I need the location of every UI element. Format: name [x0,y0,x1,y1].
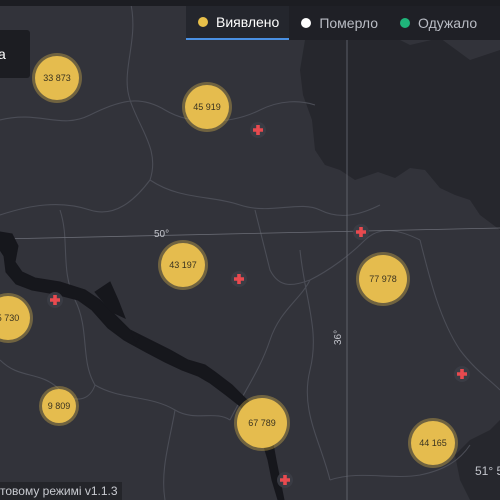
cluster-bubble[interactable]: 44 165 [408,418,458,468]
longitude-label: 36° [333,330,344,345]
hospital-marker-icon[interactable] [454,366,470,382]
region-info-text: a [0,46,6,62]
hospital-marker-icon[interactable] [231,271,247,287]
footer-version-text: товому режимі v1.1.3 [0,484,118,498]
cluster-count: 44 165 [419,438,447,448]
recovered-dot-icon [400,18,411,28]
cluster-count: 67 789 [248,418,276,428]
footer-version: товому режимі v1.1.3 [0,482,122,500]
region-info-card[interactable]: a [0,30,30,78]
tab-deaths[interactable]: Померло [289,6,388,40]
deaths-dot-icon [301,18,312,28]
cluster-bubble[interactable]: 33 873 [32,53,82,103]
tab-detected[interactable]: Виявлено [186,6,290,40]
hospital-marker-icon[interactable] [250,122,266,138]
status-tabs: Виявлено Померло Одужало [186,6,500,40]
cluster-bubble[interactable]: 67 789 [234,395,290,451]
cluster-bubble[interactable]: 45 919 [182,82,232,132]
tab-recovered-label: Одужало [418,15,478,31]
hospital-marker-icon[interactable] [277,472,293,488]
cluster-bubble[interactable]: 9 809 [39,386,79,426]
cluster-count: 33 873 [43,73,71,83]
hospital-marker-icon[interactable] [47,292,63,308]
cluster-count: 43 197 [169,260,197,270]
tab-recovered[interactable]: Одужало [388,6,487,40]
cluster-count: 45 919 [193,102,221,112]
cluster-count: 9 809 [48,401,71,411]
cluster-count: 77 978 [369,274,397,284]
detected-dot-icon [198,17,208,27]
cluster-count: 5 730 [0,313,19,323]
tab-deaths-label: Померло [319,15,379,31]
cluster-bubble[interactable]: 77 978 [356,252,410,306]
map-canvas[interactable]: 50° 36° 51° 5 33 873 45 919 43 197 77 978 5 … [0,0,500,500]
corner-coordinate-label: 51° 5 [475,464,500,478]
latitude-label: 50° [154,229,169,240]
tab-detected-label: Виявлено [216,14,280,30]
cluster-bubble[interactable]: 43 197 [158,240,208,290]
hospital-marker-icon[interactable] [353,224,369,240]
